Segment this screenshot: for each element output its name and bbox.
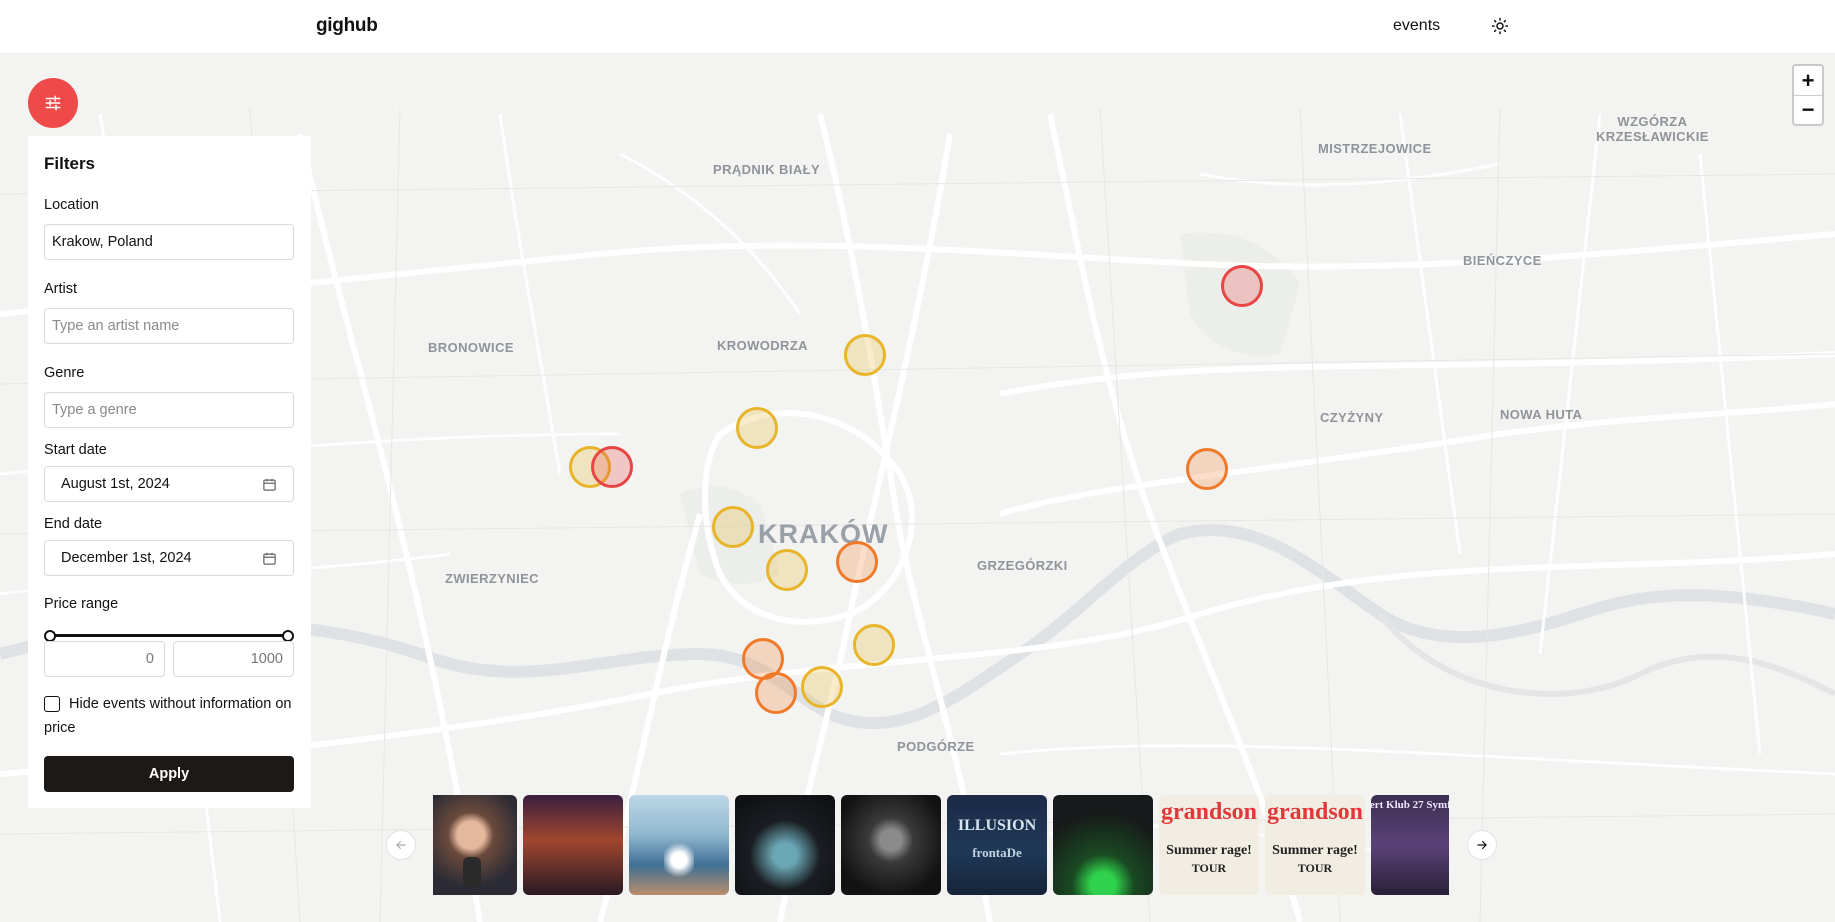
thumbnail-subtitle: TOUR <box>1297 861 1333 875</box>
thumbnail-title: cert Klub 27 Symf <box>1371 799 1449 811</box>
sun-icon <box>1491 17 1509 35</box>
event-marker[interactable] <box>836 541 878 583</box>
top-navbar: gighub events <box>0 0 1835 54</box>
event-thumbnail[interactable] <box>433 795 517 895</box>
filters-title: Filters <box>44 154 96 173</box>
hide-no-price-label[interactable]: Hide events without information on price <box>44 692 299 740</box>
event-thumbnail[interactable]: grandson Summer rage! TOUR <box>1159 795 1259 895</box>
event-thumbnail[interactable] <box>735 795 835 895</box>
hide-no-price-checkbox[interactable] <box>44 696 60 712</box>
start-date-value: August 1st, 2024 <box>61 476 170 492</box>
arrow-left-icon <box>396 840 406 850</box>
start-date-picker[interactable]: August 1st, 2024 <box>44 466 294 502</box>
slider-track <box>48 634 290 637</box>
event-marker[interactable] <box>755 672 797 714</box>
event-marker[interactable] <box>712 506 754 548</box>
place-label: CZYŻYNY <box>1320 410 1384 425</box>
place-label: BRONOWICE <box>428 340 514 355</box>
place-label: WZGÓRZA KRZESŁAWICKIE <box>1596 114 1709 144</box>
place-label: PRĄDNIK BIAŁY <box>713 162 821 177</box>
event-carousel: ILLUSION frontaDe grandson Summer rage! … <box>433 795 1450 895</box>
event-marker[interactable] <box>844 334 886 376</box>
start-date-label: Start date <box>44 442 107 458</box>
event-marker[interactable] <box>1221 265 1263 307</box>
place-label-line: WZGÓRZA <box>1617 114 1688 129</box>
thumbnail-title: grandson <box>1266 799 1364 825</box>
location-label: Location <box>44 197 99 213</box>
event-marker[interactable] <box>591 446 633 488</box>
place-label: ZWIERZYNIEC <box>445 571 539 586</box>
apply-button[interactable]: Apply <box>44 756 294 792</box>
filters-panel: Filters Location Artist Genre Start date… <box>28 136 311 808</box>
nav-link-events[interactable]: events <box>1393 17 1440 35</box>
genre-label: Genre <box>44 365 85 381</box>
event-marker[interactable] <box>766 549 808 591</box>
arrow-right-icon <box>1477 840 1487 850</box>
zoom-out-button[interactable]: − <box>1794 95 1822 124</box>
end-date-label: End date <box>44 516 103 532</box>
thumbnail-subtitle: TOUR <box>1191 861 1227 875</box>
event-thumbnail[interactable] <box>523 795 623 895</box>
thumbnail-subtitle: frontaDe <box>972 845 1022 860</box>
sliders-icon <box>45 95 61 111</box>
calendar-icon <box>263 552 276 565</box>
brand-logo[interactable]: gighub <box>316 15 378 37</box>
genre-input[interactable] <box>44 392 294 428</box>
thumbnail-subtitle: Summer rage! <box>1166 843 1252 858</box>
calendar-icon <box>263 478 276 491</box>
event-thumbnail[interactable] <box>1053 795 1153 895</box>
event-marker[interactable] <box>736 407 778 449</box>
event-marker[interactable] <box>853 624 895 666</box>
price-range-label: Price range <box>44 596 119 612</box>
zoom-in-button[interactable]: + <box>1794 66 1822 95</box>
light-flare-shape <box>664 840 694 880</box>
thumbnail-title: ILLUSION <box>957 817 1037 834</box>
thumbnail-title: grandson <box>1160 799 1258 825</box>
price-min-input[interactable] <box>44 641 165 677</box>
end-date-picker[interactable]: December 1st, 2024 <box>44 540 294 576</box>
hide-no-price-option[interactable]: Hide events without information on price <box>44 696 299 740</box>
place-label: PODGÓRZE <box>897 739 975 754</box>
carousel-prev-button[interactable] <box>387 831 415 859</box>
end-date-value: December 1st, 2024 <box>61 550 192 566</box>
place-label: KROWODRZA <box>717 338 808 353</box>
thumbnail-subtitle: Summer rage! <box>1272 843 1358 858</box>
filter-toggle-button[interactable] <box>28 78 78 128</box>
place-label: NOWA HUTA <box>1500 407 1583 422</box>
place-label: BIEŃCZYCE <box>1463 253 1542 268</box>
artist-label: Artist <box>44 281 78 297</box>
event-thumbnail[interactable] <box>629 795 729 895</box>
event-thumbnail[interactable]: grandson Summer rage! TOUR <box>1265 795 1365 895</box>
zoom-control: + − <box>1792 64 1824 126</box>
event-marker[interactable] <box>1186 448 1228 490</box>
location-input[interactable] <box>44 224 294 260</box>
microphone-shape <box>463 857 481 887</box>
price-max-input[interactable] <box>173 641 294 677</box>
artist-input[interactable] <box>44 308 294 344</box>
theme-toggle-button[interactable] <box>1488 14 1512 38</box>
place-label-line: KRZESŁAWICKIE <box>1596 129 1709 144</box>
place-label: GRZEGÓRZKI <box>977 558 1068 573</box>
event-thumbnail[interactable]: cert Klub 27 Symf <box>1371 795 1449 895</box>
place-label: MISTRZEJOWICE <box>1318 141 1432 156</box>
event-thumbnail[interactable]: ILLUSION frontaDe <box>947 795 1047 895</box>
event-thumbnail[interactable] <box>841 795 941 895</box>
event-marker[interactable] <box>801 666 843 708</box>
carousel-next-button[interactable] <box>1468 831 1496 859</box>
